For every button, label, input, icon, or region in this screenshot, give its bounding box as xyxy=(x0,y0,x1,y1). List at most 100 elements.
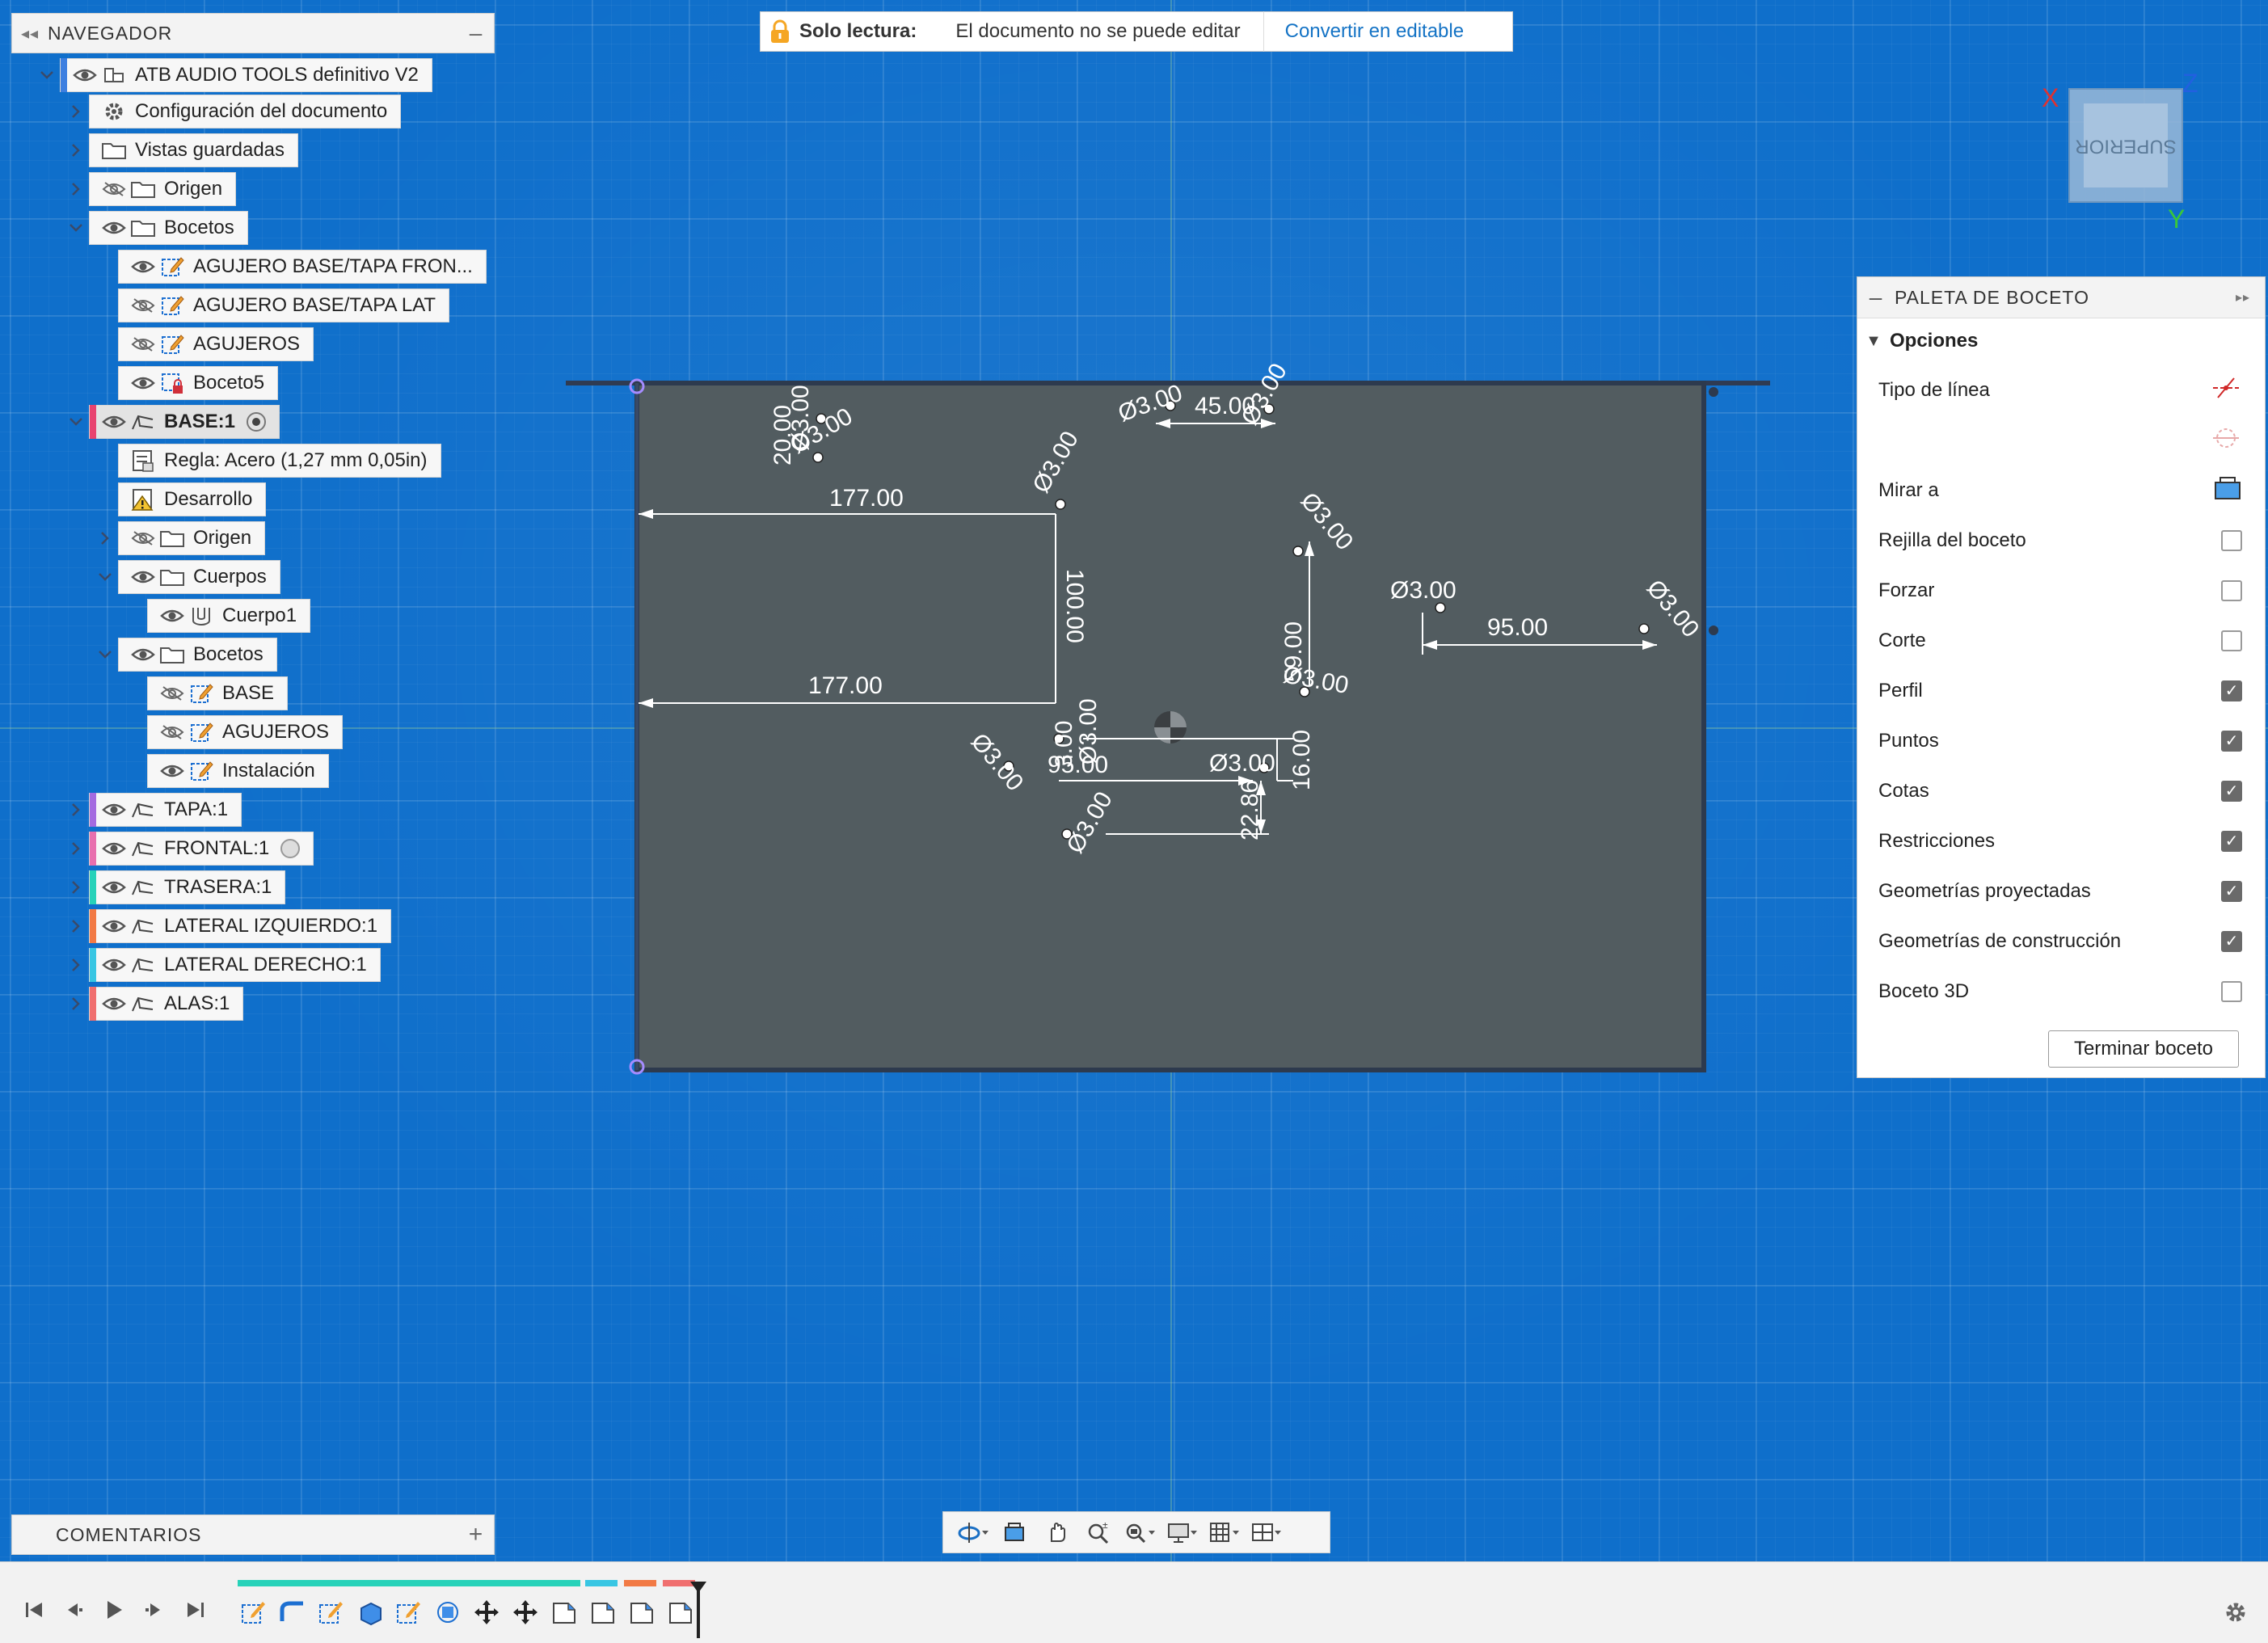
checkbox[interactable]: ✓ xyxy=(2221,680,2242,701)
triangle-down-icon[interactable]: ▼ xyxy=(1857,332,1890,351)
chevron-right-icon[interactable] xyxy=(63,133,89,167)
timeline-feature-flange-icon[interactable] xyxy=(275,1595,310,1630)
eye-icon[interactable] xyxy=(70,58,99,92)
dim-16[interactable]: 16.00 xyxy=(1288,730,1315,790)
dim-22-86[interactable]: 22.86 xyxy=(1237,780,1263,840)
convert-editable-link[interactable]: Convertir en editable xyxy=(1285,20,1464,43)
collapse-panel-icon[interactable]: ◂◂ xyxy=(12,23,48,44)
eye-icon[interactable] xyxy=(99,948,129,982)
checkbox[interactable]: ✓ xyxy=(2221,931,2242,952)
dim-95-right[interactable]: 95.00 xyxy=(1487,614,1548,641)
checkbox[interactable]: ✓ xyxy=(2221,881,2242,902)
timeline-feature-component-icon[interactable] xyxy=(624,1595,660,1630)
tree-item-origin[interactable]: Origen xyxy=(89,172,237,206)
eye-icon[interactable] xyxy=(99,832,129,866)
chevron-down-icon[interactable] xyxy=(34,58,60,92)
timeline-feature-component-icon[interactable] xyxy=(546,1595,582,1630)
timeline-feature-flat-pattern-icon[interactable] xyxy=(430,1595,466,1630)
timeline-feature-sketch-icon[interactable] xyxy=(236,1595,272,1630)
chevron-down-icon[interactable] xyxy=(63,405,89,439)
chevron-right-icon[interactable] xyxy=(63,909,89,943)
step-forward-icon[interactable] xyxy=(136,1591,173,1628)
eye-icon[interactable] xyxy=(99,870,129,904)
tree-item-sketch[interactable]: AGUJEROS xyxy=(118,327,314,361)
viewports-icon[interactable] xyxy=(1246,1515,1288,1550)
tree-item-sketch[interactable]: AGUJEROS xyxy=(147,715,344,749)
tree-item-sketch[interactable]: Boceto5 xyxy=(118,366,279,400)
zoom-icon[interactable]: ± xyxy=(1077,1515,1119,1550)
eye-hidden-icon[interactable] xyxy=(158,715,187,749)
chevron-right-icon[interactable] xyxy=(63,832,89,866)
display-settings-icon[interactable] xyxy=(1161,1515,1204,1550)
dim-3[interactable]: 3.00 xyxy=(1051,721,1077,768)
options-section[interactable]: ▼ Opciones xyxy=(1857,318,2265,364)
checkbox[interactable] xyxy=(2221,630,2242,651)
dim-100[interactable]: 100.00 xyxy=(1061,569,1088,643)
eye-icon[interactable] xyxy=(129,638,158,672)
tree-item-rule[interactable]: Regla: Acero (1,27 mm 0,05in) xyxy=(118,444,441,478)
eye-hidden-icon[interactable] xyxy=(129,327,158,361)
tree-item-component[interactable]: FRONTAL:1 xyxy=(89,832,314,866)
activate-component-radio[interactable] xyxy=(247,412,267,432)
minimize-icon[interactable]: – xyxy=(458,20,494,46)
timeline-feature-extrude-icon[interactable] xyxy=(352,1595,388,1630)
chevron-right-icon[interactable] xyxy=(63,95,89,128)
timeline-feature-sketch-icon[interactable] xyxy=(391,1595,427,1630)
chevron-right-icon[interactable] xyxy=(63,948,89,982)
add-comment-icon[interactable]: + xyxy=(458,1521,494,1548)
tree-item-body[interactable]: Cuerpo1 xyxy=(147,599,311,633)
go-to-start-icon[interactable] xyxy=(16,1591,53,1628)
chevron-right-icon[interactable] xyxy=(63,870,89,904)
view-cube-face[interactable]: SUPERIOR xyxy=(2075,136,2176,158)
tree-item-component[interactable]: TRASERA:1 xyxy=(89,870,286,904)
chevron-down-icon[interactable] xyxy=(92,638,118,672)
eye-hidden-icon[interactable] xyxy=(158,676,187,710)
tree-item-bodies[interactable]: Cuerpos xyxy=(118,560,280,594)
tree-item-sketch[interactable]: Instalación xyxy=(147,754,329,788)
hole-dim[interactable]: Ø3.00 xyxy=(1209,750,1275,777)
tree-root[interactable]: ATB AUDIO TOOLS definitivo V2 xyxy=(60,58,432,92)
timeline-feature-move-icon[interactable] xyxy=(469,1595,504,1630)
timeline-feature-component-icon[interactable] xyxy=(663,1595,698,1630)
chevron-down-icon[interactable] xyxy=(92,560,118,594)
tree-item-sketches[interactable]: Bocetos xyxy=(118,638,277,672)
checkbox[interactable]: ✓ xyxy=(2221,731,2242,752)
tree-item-document-settings[interactable]: Configuración del documento xyxy=(89,95,402,128)
timeline-feature-sketch-icon[interactable] xyxy=(314,1595,349,1630)
timeline-marker-head[interactable] xyxy=(690,1582,706,1593)
pan-icon[interactable] xyxy=(1035,1515,1077,1550)
checkbox[interactable]: ✓ xyxy=(2221,831,2242,852)
checkbox[interactable] xyxy=(2221,580,2242,601)
dim-177-top[interactable]: 177.00 xyxy=(829,485,904,512)
look-at-icon[interactable] xyxy=(993,1515,1035,1550)
tree-item-component[interactable]: LATERAL IZQUIERDO:1 xyxy=(89,909,392,943)
activate-component-radio[interactable] xyxy=(280,839,301,858)
checkbox[interactable]: ✓ xyxy=(2221,781,2242,802)
chevron-right-icon[interactable] xyxy=(63,987,89,1021)
tree-item-saved-views[interactable]: Vistas guardadas xyxy=(89,133,299,167)
eye-icon[interactable] xyxy=(99,793,129,827)
sketch-sheet[interactable]: 177.00 177.00 100.00 45.00 95.00 59.00 2… xyxy=(566,356,1794,1083)
checkbox[interactable] xyxy=(2221,530,2242,551)
chevron-right-icon[interactable] xyxy=(92,521,118,555)
eye-icon[interactable] xyxy=(99,909,129,943)
hole-dim[interactable]: Ø3.00 xyxy=(1390,577,1456,604)
timeline-feature-move-icon[interactable] xyxy=(508,1595,543,1630)
eye-icon[interactable] xyxy=(129,366,158,400)
tree-item-component[interactable]: TAPA:1 xyxy=(89,793,242,827)
finish-sketch-button[interactable]: Terminar boceto xyxy=(2048,1030,2239,1068)
tree-item-origin[interactable]: Origen xyxy=(118,521,266,555)
tree-item-sketch[interactable]: AGUJERO BASE/TAPA LAT xyxy=(118,289,450,322)
minimize-icon[interactable]: – xyxy=(1857,284,1895,310)
checkbox[interactable] xyxy=(2221,981,2242,1002)
chevron-right-icon[interactable] xyxy=(63,793,89,827)
eye-icon[interactable] xyxy=(99,211,129,245)
construction-line-icon[interactable] xyxy=(2210,423,2242,458)
tree-item-component[interactable]: ALAS:1 xyxy=(89,987,244,1021)
eye-icon[interactable] xyxy=(129,250,158,284)
eye-hidden-icon[interactable] xyxy=(99,172,129,206)
expand-icon[interactable]: ▸▸ xyxy=(2236,289,2265,305)
navigator-header[interactable]: ◂◂ NAVEGADOR – xyxy=(11,13,495,53)
look-at-icon[interactable] xyxy=(2213,474,2242,508)
grid-icon[interactable] xyxy=(1204,1515,1246,1550)
